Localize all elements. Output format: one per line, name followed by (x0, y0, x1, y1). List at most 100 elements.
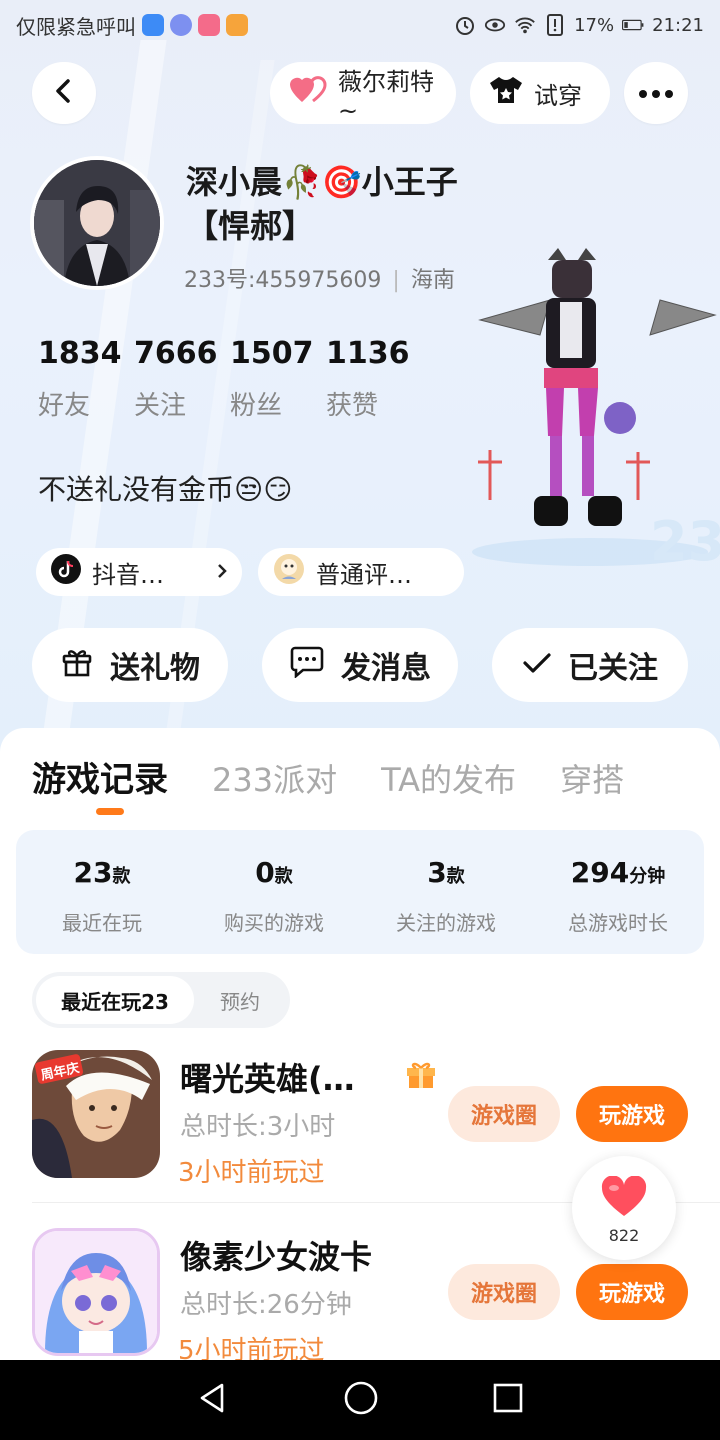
uid-text: 233号:455975609 (184, 268, 382, 293)
shield-app-icon (142, 14, 164, 36)
avatar-illustration (34, 160, 160, 286)
stat-label: 粉丝 (230, 391, 283, 421)
summary-label: 购买的游戏 (224, 911, 324, 935)
chevron-right-icon (216, 558, 228, 586)
game-title: 像素少女波卡 (180, 1238, 373, 1276)
summary-label: 总游戏时长 (568, 911, 668, 935)
home-circle-icon[interactable] (343, 1380, 379, 1420)
back-button[interactable] (32, 62, 96, 124)
send-gift-label: 送礼物 (110, 651, 200, 686)
stat-value: 7666 (134, 336, 218, 371)
active-tab-indicator (96, 808, 124, 815)
stat-value: 1136 (326, 336, 410, 371)
stat-following[interactable]: 7666 关注 (134, 336, 230, 422)
character-badge: 233 (650, 510, 720, 570)
summary-recent[interactable]: 23款 最近在玩 (16, 830, 188, 954)
followed-button[interactable]: 已关注 (492, 628, 688, 702)
profile-stats: 1834 好友 7666 关注 1507 粉丝 1136 获赞 (38, 336, 422, 422)
summary-unit: 款 (274, 866, 293, 887)
summary-followed[interactable]: 3款 关注的游戏 (360, 830, 532, 954)
subtab-recent[interactable]: 最近在玩23 (36, 976, 194, 1024)
summary-unit: 款 (112, 866, 131, 887)
heart-icon (288, 75, 328, 111)
stat-value: 1834 (38, 336, 122, 371)
send-gift-button[interactable]: 送礼物 (32, 628, 228, 702)
tab-posts[interactable]: TA的发布 (381, 755, 516, 801)
game-cover-art (35, 1231, 157, 1353)
followed-label: 已关注 (568, 651, 658, 686)
game-icon[interactable] (32, 1228, 160, 1356)
more-dots-icon (638, 84, 674, 103)
game-subtabs: 最近在玩23 预约 (32, 972, 290, 1028)
stat-likes[interactable]: 1136 获赞 (326, 336, 422, 422)
stat-label: 关注 (134, 391, 187, 421)
game-icon[interactable]: 周年庆 (32, 1050, 160, 1178)
game-cover-art: 周年庆 (32, 1050, 160, 1178)
avatar-character[interactable]: 233 (470, 240, 720, 573)
like-count: 822 (608, 1225, 640, 1245)
profile-tabs: 游戏记录 233派对 TA的发布 穿搭 (32, 752, 624, 801)
battery-icon (622, 14, 644, 36)
wifi-icon (514, 14, 536, 36)
like-float-button[interactable]: 822 (572, 1156, 676, 1260)
play-game-button[interactable]: 玩游戏 (576, 1264, 688, 1320)
summary-purchased[interactable]: 0款 购买的游戏 (188, 830, 360, 954)
summary-value: 294 (570, 856, 630, 889)
wish-button[interactable]: 薇尔莉特~ (270, 62, 456, 125)
douyin-tag[interactable]: 抖音… (36, 548, 242, 596)
douyin-tag-label: 抖音… (92, 560, 164, 589)
gift-box-icon[interactable] (404, 1058, 438, 1094)
summary-unit: 分钟 (629, 866, 666, 887)
tab-outfits[interactable]: 穿搭 (560, 755, 624, 801)
summary-value: 0 (255, 856, 275, 889)
summary-playtime[interactable]: 294分钟 总游戏时长 (532, 830, 704, 954)
wish-label: 薇尔莉特~ (338, 67, 434, 125)
game-title: 曙光英雄(… (180, 1060, 355, 1098)
game-duration: 总时长:26分钟 (180, 1290, 352, 1320)
stat-followers[interactable]: 1507 粉丝 (230, 336, 326, 422)
summary-unit: 款 (446, 866, 465, 887)
stat-label: 好友 (38, 391, 91, 421)
game-circle-button[interactable]: 游戏圈 (448, 1264, 560, 1320)
subtab-reserve[interactable]: 预约 (194, 976, 286, 1024)
try-on-label: 试穿 (534, 81, 582, 110)
chat-bubble-icon (289, 644, 325, 686)
game-last-played: 3小时前玩过 (178, 1158, 325, 1188)
rating-badge-icon (272, 552, 306, 592)
profile-name: 深小晨🥀🎯小王子【悍郝】 (186, 163, 458, 245)
system-nav-bar (0, 1360, 720, 1440)
game-circle-button[interactable]: 游戏圈 (448, 1086, 560, 1142)
summary-value: 23 (73, 856, 113, 889)
checkmark-icon (522, 648, 552, 683)
rating-tag-label: 普通评… (316, 560, 412, 589)
character-illustration: 233 (472, 248, 720, 573)
stat-friends[interactable]: 1834 好友 (38, 336, 134, 422)
uid-separator: | (392, 268, 400, 293)
more-button[interactable] (624, 62, 688, 124)
summary-label: 最近在玩 (62, 911, 142, 935)
status-bar: 仅限紧急呼叫 17% 21:21 (0, 0, 720, 50)
avatar[interactable] (30, 156, 164, 290)
tab-game-records[interactable]: 游戏记录 (32, 752, 168, 801)
play-game-button[interactable]: 玩游戏 (576, 1086, 688, 1142)
send-message-button[interactable]: 发消息 (262, 628, 458, 702)
rating-tag[interactable]: 普通评… (258, 548, 464, 596)
profile-uid: 233号:455975609 | 海南 (184, 262, 455, 294)
play-app-icon (226, 14, 248, 36)
back-triangle-icon[interactable] (196, 1381, 230, 1419)
stat-value: 1507 (230, 336, 314, 371)
eye-icon (484, 14, 506, 36)
tab-233-party[interactable]: 233派对 (212, 755, 337, 801)
recents-square-icon[interactable] (492, 1382, 524, 1418)
summary-label: 关注的游戏 (396, 911, 496, 935)
tiktok-icon (50, 553, 82, 591)
sim-alert-icon (544, 14, 566, 36)
tshirt-icon (488, 75, 524, 111)
battery-percent: 17% (574, 14, 615, 36)
gift-icon (60, 644, 94, 686)
summary-value: 3 (427, 856, 447, 889)
profile-bio: 不送礼没有金币😒😏 (38, 473, 293, 506)
alarm-icon (454, 14, 476, 36)
try-on-button[interactable]: 试穿 (470, 62, 610, 124)
game-duration: 总时长:3小时 (180, 1112, 336, 1142)
